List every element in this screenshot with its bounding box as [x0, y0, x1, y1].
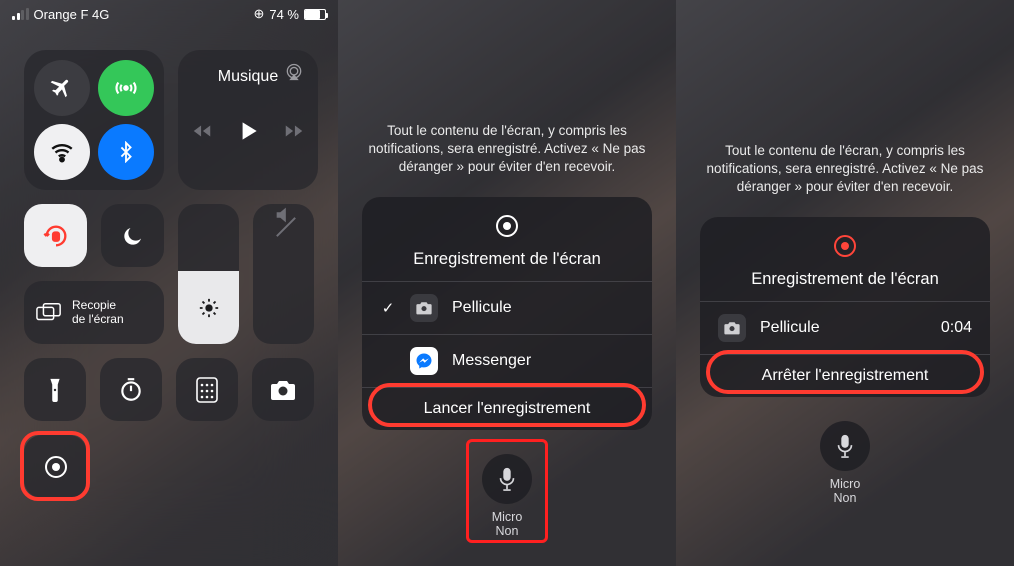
- record-icon: [496, 215, 518, 237]
- warning-text: Tout le contenu de l'écran, y compris le…: [705, 142, 985, 197]
- cellular-toggle[interactable]: [98, 60, 154, 116]
- target-label: Pellicule: [452, 299, 512, 317]
- next-track-button[interactable]: [283, 120, 305, 142]
- target-pellicule[interactable]: ✓ Pellicule: [362, 281, 652, 334]
- bluetooth-toggle[interactable]: [98, 124, 154, 180]
- play-button[interactable]: [235, 118, 261, 144]
- calculator-button[interactable]: [176, 358, 238, 421]
- record-modal-active: Enregistrement de l'écran Pellicule 0:04…: [700, 217, 990, 397]
- record-title: Enregistrement de l'écran: [362, 250, 652, 269]
- prev-track-button[interactable]: [191, 120, 213, 142]
- target-label: Messenger: [452, 352, 531, 370]
- warning-text: Tout le contenu de l'écran, y compris le…: [367, 122, 647, 177]
- microphone-icon: [497, 467, 517, 491]
- do-not-disturb-toggle[interactable]: [101, 204, 164, 267]
- microphone-toggle[interactable]: Micro Non: [820, 421, 870, 505]
- photos-app-icon: [410, 294, 438, 322]
- timer-button[interactable]: [100, 358, 162, 421]
- stop-record-button[interactable]: Arrêter l'enregistrement: [700, 354, 990, 397]
- microphone-icon: [835, 434, 855, 458]
- wifi-toggle[interactable]: [34, 124, 90, 180]
- record-icon-active: [834, 235, 856, 257]
- micro-label: Micro: [482, 510, 532, 524]
- photos-app-icon: [718, 314, 746, 342]
- target-messenger[interactable]: Messenger: [362, 334, 652, 387]
- check-icon: ✓: [380, 299, 396, 317]
- micro-state: Non: [482, 524, 532, 538]
- battery-pct: 74 %: [269, 7, 299, 22]
- connectivity-tile: [24, 50, 164, 190]
- record-icon: [45, 456, 67, 478]
- rotation-lock-toggle[interactable]: [24, 204, 87, 267]
- screen-mirror-icon: [36, 302, 62, 324]
- panel-control-center: Orange F 4G ⊕ 74 %: [0, 0, 338, 566]
- screen-record-button[interactable]: [24, 435, 87, 498]
- start-record-button[interactable]: Lancer l'enregistrement: [362, 387, 652, 430]
- micro-state: Non: [820, 491, 870, 505]
- target-pellicule[interactable]: Pellicule 0:04: [700, 301, 990, 354]
- elapsed-time: 0:04: [941, 319, 972, 337]
- camera-button[interactable]: [252, 358, 314, 421]
- record-title: Enregistrement de l'écran: [700, 270, 990, 289]
- carrier-label: Orange F 4G: [34, 7, 110, 22]
- volume-slider[interactable]: [253, 204, 314, 344]
- panel-stop-recording: Tout le contenu de l'écran, y compris le…: [676, 0, 1014, 566]
- airplane-toggle[interactable]: [34, 60, 90, 116]
- signal-icon: [12, 9, 29, 20]
- mute-icon: [273, 204, 295, 226]
- battery-icon: [304, 9, 326, 20]
- screen-mirror-label: Recopie de l'écran: [72, 299, 124, 327]
- micro-label: Micro: [820, 477, 870, 491]
- lock-rotation-icon: ⊕: [253, 6, 264, 22]
- screen-mirror-button[interactable]: Recopie de l'écran: [24, 281, 164, 344]
- panel-start-recording: Tout le contenu de l'écran, y compris le…: [338, 0, 676, 566]
- airplay-icon[interactable]: [284, 62, 304, 82]
- record-modal: Enregistrement de l'écran ✓ Pellicule Me…: [362, 197, 652, 430]
- music-tile[interactable]: Musique: [178, 50, 318, 190]
- microphone-toggle[interactable]: Micro Non: [482, 454, 532, 538]
- status-bar: Orange F 4G ⊕ 74 %: [0, 0, 338, 22]
- messenger-app-icon: [410, 347, 438, 375]
- sun-icon: [198, 297, 220, 319]
- brightness-slider[interactable]: [178, 204, 239, 344]
- flashlight-button[interactable]: [24, 358, 86, 421]
- target-label: Pellicule: [760, 319, 820, 337]
